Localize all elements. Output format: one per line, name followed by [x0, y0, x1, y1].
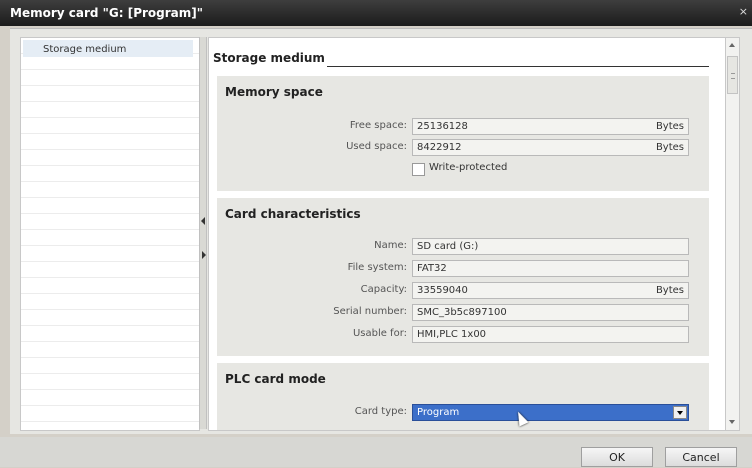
free-space-field: 25136128 Bytes: [412, 118, 689, 135]
scroll-down-icon[interactable]: [727, 416, 738, 428]
close-icon[interactable]: ×: [739, 5, 748, 18]
free-space-unit: Bytes: [655, 121, 684, 132]
card-type-select[interactable]: Program: [412, 404, 689, 421]
capacity-unit: Bytes: [655, 285, 684, 296]
card-type-label: Card type:: [354, 406, 407, 417]
serial-number-label: Serial number:: [333, 306, 407, 317]
write-protected-label: Write-protected: [429, 162, 508, 173]
file-system-field: FAT32: [412, 260, 689, 277]
used-space-unit: Bytes: [655, 142, 684, 153]
serial-number-field: SMC_3b5c897100: [412, 304, 689, 321]
memory-space-group: Memory space Free space: 25136128 Bytes …: [217, 76, 709, 191]
dialog-body: Storage medium Storage medium Memory spa…: [10, 28, 752, 434]
file-system-label: File system:: [347, 262, 407, 273]
section-title: Storage medium: [213, 51, 325, 65]
panel-splitter[interactable]: [199, 37, 207, 429]
section-divider: [327, 66, 709, 67]
used-space-label: Used space:: [346, 141, 407, 152]
dialog-footer: OK Cancel: [0, 437, 752, 467]
capacity-field: 33559040 Bytes: [412, 282, 689, 299]
usable-for-field: HMI,PLC 1x00: [412, 326, 689, 343]
card-characteristics-title: Card characteristics: [225, 207, 361, 221]
card-name-label: Name:: [374, 240, 407, 251]
write-protected-checkbox[interactable]: [412, 163, 425, 176]
nav-item-storage-medium[interactable]: Storage medium: [23, 40, 193, 57]
card-characteristics-group: Card characteristics Name: SD card (G:) …: [217, 198, 709, 356]
used-space-field: 8422912 Bytes: [412, 139, 689, 156]
free-space-value: 25136128: [417, 121, 468, 132]
card-name-value: SD card (G:): [417, 241, 479, 252]
chevron-down-icon[interactable]: [673, 406, 687, 419]
capacity-value: 33559040: [417, 285, 468, 296]
vertical-scrollbar[interactable]: [725, 37, 740, 431]
collapse-left-icon[interactable]: [201, 217, 205, 225]
plc-card-mode-title: PLC card mode: [225, 372, 326, 386]
used-space-value: 8422912: [417, 142, 462, 153]
card-type-value: Program: [417, 407, 460, 418]
scroll-up-icon[interactable]: [727, 40, 738, 52]
ok-button[interactable]: OK: [581, 447, 653, 467]
memory-space-title: Memory space: [225, 85, 323, 99]
free-space-label: Free space:: [349, 120, 407, 131]
settings-panel: Storage medium Memory space Free space: …: [208, 37, 727, 431]
file-system-value: FAT32: [417, 263, 447, 274]
card-name-field: SD card (G:): [412, 238, 689, 255]
window-title: Memory card "G: [Program]": [10, 6, 204, 20]
navigation-tree: Storage medium: [20, 37, 200, 431]
scroll-thumb[interactable]: [727, 56, 738, 94]
title-bar: Memory card "G: [Program]" ×: [0, 0, 752, 26]
expand-right-icon[interactable]: [202, 251, 206, 259]
capacity-label: Capacity:: [360, 284, 407, 295]
cancel-button[interactable]: Cancel: [665, 447, 737, 467]
plc-card-mode-group: PLC card mode Card type: Program: [217, 363, 709, 430]
usable-for-label: Usable for:: [352, 328, 407, 339]
usable-for-value: HMI,PLC 1x00: [417, 329, 487, 340]
serial-number-value: SMC_3b5c897100: [417, 307, 507, 318]
nav-item-label: Storage medium: [43, 44, 127, 55]
